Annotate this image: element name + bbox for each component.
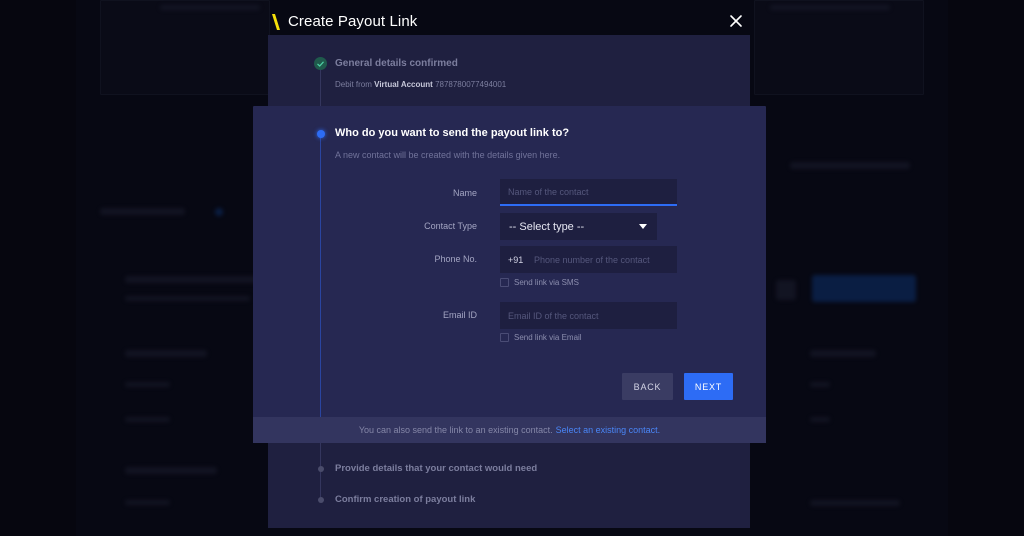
timeline-line-active [320,134,321,430]
background-text [125,467,217,474]
contact-type-label: Contact Type [424,221,477,231]
background-text [810,382,830,387]
contact-type-select[interactable]: -- Select type -- [500,213,657,240]
background-text [810,500,900,506]
caret-down-icon [639,224,647,229]
background-text [810,417,830,422]
account-type: Virtual Account [374,80,433,89]
slash-logo-icon [272,14,280,30]
check-icon [314,57,327,70]
pending-step-title: Confirm creation of payout link [335,494,476,505]
account-number: 7878780077494001 [435,80,507,89]
existing-contact-banner: You can also send the link to an existin… [253,417,766,443]
background-card [100,0,270,95]
background-text [125,276,260,283]
sms-checkbox[interactable]: Send link via SMS [500,278,579,287]
active-step-title: Who do you want to send the payout link … [335,127,570,139]
background-text [125,417,170,422]
background-text [125,350,207,357]
name-input[interactable] [500,179,677,206]
active-step-dot-icon [317,130,325,138]
contact-type-selected: -- Select type -- [509,220,585,233]
select-existing-contact-link[interactable]: Select an existing contact. [556,425,661,435]
active-step-subtitle: A new contact will be created with the d… [335,150,561,160]
next-button[interactable]: NEXT [684,373,733,400]
modal-header: Create Payout Link [268,8,750,36]
debit-prefix: Debit from [335,80,372,89]
background-text [125,382,170,387]
back-button[interactable]: BACK [622,373,673,400]
checkbox-icon[interactable] [500,333,509,342]
email-label: Email ID [442,310,477,320]
modal-title: Create Payout Link [288,13,418,30]
background-button [812,275,916,302]
pending-step-dot-icon [318,497,324,503]
step-completed-title: General details confirmed [335,58,458,69]
sms-checkbox-label: Send link via SMS [514,278,579,287]
existing-contact-text: You can also send the link to an existin… [358,425,553,435]
background-dot [215,208,223,216]
background-text [770,5,890,10]
email-input[interactable] [500,302,677,329]
country-code: +91 [508,254,524,265]
name-label: Name [452,188,477,198]
email-checkbox[interactable]: Send link via Email [500,333,582,342]
background-text [125,296,250,301]
email-checkbox-label: Send link via Email [514,333,582,342]
background-text [160,5,260,10]
checkbox-icon[interactable] [500,278,509,287]
phone-label: Phone No. [434,254,477,264]
debit-account-info: Debit from Virtual Account 7878780077494… [335,80,506,89]
background-text [125,500,170,505]
close-icon[interactable] [728,13,744,29]
background-card [754,0,924,95]
pending-step-dot-icon [318,466,324,472]
background-text [100,208,185,215]
background-icon [776,280,796,300]
phone-input[interactable] [534,254,677,265]
phone-field: +91 [500,246,677,273]
pending-step-title: Provide details that your contact would … [335,463,538,474]
background-text [810,350,876,357]
background-text [790,162,910,169]
